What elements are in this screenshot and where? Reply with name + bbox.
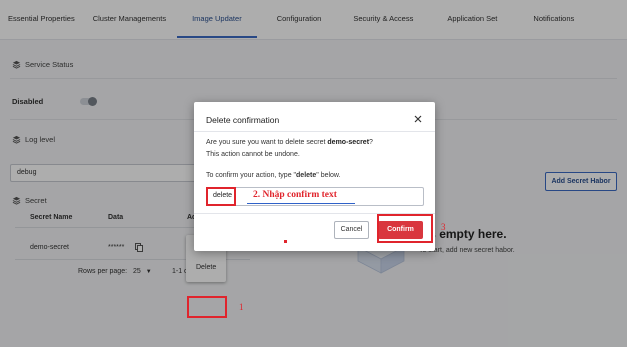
annotation-box-delete	[187, 296, 227, 318]
annotation-box-confirm	[377, 214, 433, 243]
dialog-warning: This action cannot be undone.	[206, 151, 300, 158]
secret-name-emphasis: demo-secret	[327, 139, 370, 146]
close-icon[interactable]	[412, 113, 424, 125]
keyword-emphasis: delete	[296, 172, 317, 179]
cancel-button[interactable]: Cancel	[334, 221, 369, 239]
annotation-underline	[247, 203, 355, 204]
annotation-box-input	[206, 187, 236, 206]
annotation-step-1: 1	[239, 302, 244, 312]
annotation-dot	[284, 240, 287, 243]
annotation-step-2: 2. Nhập confirm text	[253, 190, 337, 200]
dialog-instruction: To confirm your action, type "delete" be…	[206, 172, 341, 179]
dialog-title: Delete confirmation	[206, 115, 280, 125]
dialog-question: Are you sure you want to delete secret d…	[206, 139, 373, 146]
dialog-header-divider	[194, 131, 435, 132]
annotation-step-3: 3	[441, 222, 446, 232]
